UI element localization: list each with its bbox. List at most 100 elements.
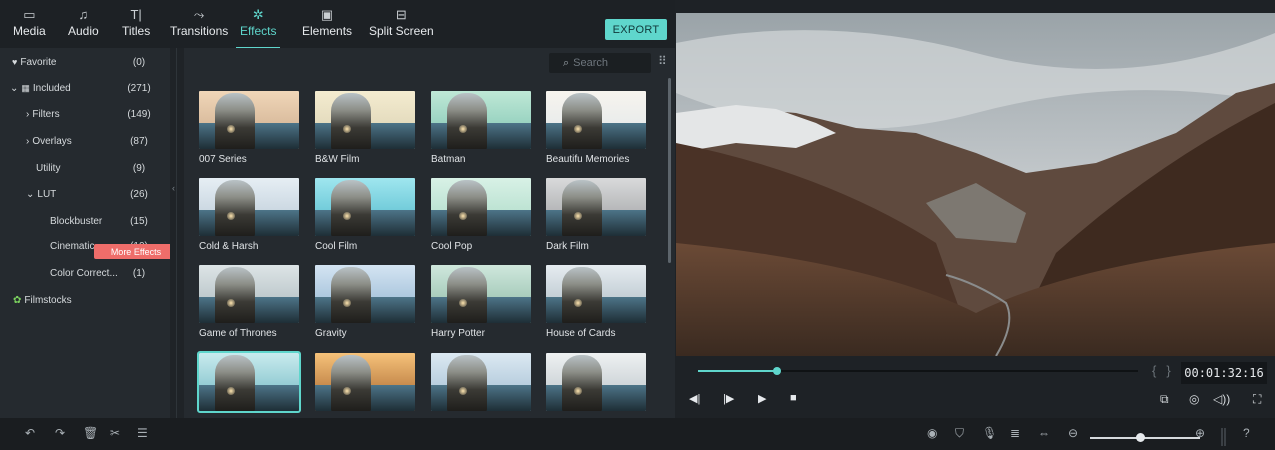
thumbnail-glow — [343, 387, 351, 395]
sidebar-item-filters[interactable]: › Filters (149) — [0, 102, 170, 126]
sidebar-item-color-correction[interactable]: Color Correct... (1) — [0, 261, 170, 285]
preview-panel: {} 00:01:32:16 ◀| |▶ ▶ ■ ⧉ ◎ ◁)) ⛶ — [676, 8, 1275, 418]
effects-scrollbar[interactable] — [668, 78, 671, 263]
thumbnail-glow — [227, 299, 235, 307]
tab-elements[interactable]: ▣ Elements — [302, 6, 352, 48]
microphone-icon[interactable]: 🎙 — [982, 426, 997, 440]
effect-thumbnail[interactable] — [546, 91, 646, 149]
thumbnail-glow — [459, 212, 467, 220]
snapshot-camera-icon[interactable]: ◎ — [1189, 392, 1199, 406]
export-button[interactable]: EXPORT — [605, 19, 667, 40]
effect-thumbnail[interactable] — [315, 353, 415, 411]
stop-icon[interactable]: ■ — [790, 392, 797, 404]
fullscreen-icon[interactable]: ⛶ — [1253, 392, 1261, 407]
tab-label: Elements — [302, 24, 353, 38]
sidebar-item-utility[interactable]: Utility (9) — [0, 156, 170, 180]
zoom-slider-handle[interactable] — [1136, 433, 1145, 442]
effect-thumbnail[interactable] — [546, 178, 646, 236]
voiceover-list-icon[interactable]: ≣ — [1010, 426, 1020, 440]
sidebar-item-label: Blockbuster — [50, 215, 103, 227]
library-tabs: ▭ Media ♫ Audio T| Titles ⤳ Transitions … — [0, 0, 675, 49]
grid-icon: ▦ — [21, 82, 30, 93]
tab-media[interactable]: ▭ Media — [13, 6, 46, 48]
effect-thumbnail[interactable] — [199, 178, 299, 236]
effect-name: Cool Pop — [431, 241, 473, 252]
undo-icon[interactable]: ↶ — [25, 426, 35, 440]
thumbnail-figure — [215, 355, 255, 411]
thumbnail-glow — [459, 125, 467, 133]
sidebar-item-label: Color Correct... — [50, 267, 118, 279]
thumbnail-glow — [459, 299, 467, 307]
effect-thumbnail[interactable] — [431, 178, 531, 236]
grid-view-icon[interactable]: ⠿ — [658, 54, 667, 68]
tab-audio[interactable]: ♫ Audio — [68, 6, 99, 48]
effect-thumbnail[interactable] — [431, 265, 531, 323]
split-screen-icon: ⊟ — [395, 7, 407, 22]
thumbnail-glow — [343, 299, 351, 307]
previous-frame-icon[interactable]: ◀| — [689, 392, 700, 405]
music-note-icon: ♫ — [78, 7, 89, 22]
effect-thumbnail[interactable] — [315, 265, 415, 323]
effect-name: Game of Thrones — [199, 328, 277, 339]
effect-name: Cool Film — [315, 241, 358, 252]
effect-thumbnail[interactable] — [546, 265, 646, 323]
tab-label: Media — [13, 24, 46, 38]
thumbnail-glow — [574, 212, 582, 220]
effect-thumbnail[interactable] — [315, 178, 415, 236]
thumbnail-glow — [343, 125, 351, 133]
tab-titles[interactable]: T| Titles — [122, 6, 150, 48]
sidebar-item-lut[interactable]: ⌄ LUT (26) — [0, 182, 170, 206]
thumbnail-glow — [227, 125, 235, 133]
sidebar-item-included[interactable]: ⌄ ▦ Included (271) — [0, 76, 170, 100]
effect-thumbnail[interactable] — [197, 351, 301, 413]
tab-transitions[interactable]: ⤳ Transitions — [170, 6, 228, 48]
marker-icon[interactable]: ⛉ — [955, 426, 964, 441]
next-frame-icon[interactable]: |▶ — [723, 392, 734, 405]
effect-thumbnail[interactable] — [199, 91, 299, 149]
sidebar-item-label: Included — [32, 82, 71, 94]
search-icon: ⌕ — [563, 56, 570, 69]
adjust-icon[interactable]: ☰ — [137, 426, 148, 440]
volume-icon[interactable]: ◁)) — [1213, 392, 1230, 406]
cut-icon[interactable]: ✂ — [110, 426, 120, 440]
transition-icon: ⤳ — [193, 7, 205, 22]
image-icon: ▣ — [320, 7, 334, 22]
zoom-out-icon[interactable]: ⊖ — [1068, 426, 1078, 440]
help-icon[interactable]: ? — [1243, 426, 1250, 440]
redo-icon[interactable]: ↷ — [55, 426, 65, 440]
track-height-icon[interactable] — [1221, 428, 1227, 446]
sidebar-item-overlays[interactable]: › Overlays (87) — [0, 129, 170, 153]
search-input[interactable]: ⌕ Search — [549, 53, 651, 73]
thumbnail-glow — [227, 387, 235, 395]
title-text-icon: T| — [130, 7, 142, 22]
effect-thumbnail[interactable] — [546, 353, 646, 411]
zoom-slider[interactable] — [1090, 437, 1200, 439]
fit-timeline-icon[interactable]: ⇔ — [1038, 426, 1050, 440]
panel-divider[interactable] — [170, 48, 184, 418]
effects-grid: ⌕ Search ⠿ 007 Series B&W Film Batman Beaut… — [184, 48, 675, 418]
sidebar-item-label: LUT — [37, 188, 57, 200]
play-icon[interactable]: ▶ — [758, 392, 766, 405]
tab-effects[interactable]: ✲ Effects — [235, 6, 281, 49]
sidebar-item-count: (15) — [130, 215, 148, 227]
effect-thumbnail[interactable] — [315, 91, 415, 149]
effect-thumbnail[interactable] — [431, 91, 531, 149]
effect-thumbnail[interactable] — [431, 353, 531, 411]
mark-in-out-icon[interactable]: {} — [1152, 363, 1181, 378]
render-icon[interactable]: ◉ — [927, 426, 937, 440]
thumbnail-figure — [215, 180, 255, 236]
collapse-sidebar-icon[interactable]: ‹ — [172, 183, 175, 193]
sidebar-item-blockbuster[interactable]: Blockbuster (15) — [0, 209, 170, 233]
thumbnail-figure — [447, 267, 487, 323]
render-preview-icon[interactable]: ⧉ — [1160, 392, 1169, 407]
effect-thumbnail[interactable] — [199, 265, 299, 323]
playhead-handle[interactable] — [773, 367, 781, 375]
more-effects-badge[interactable]: More Effects — [94, 244, 178, 259]
delete-icon[interactable]: 🗑 — [83, 426, 98, 440]
sidebar-item-filmstocks[interactable]: ✿ Filmstocks — [0, 288, 170, 312]
library-panel: ▭ Media ♫ Audio T| Titles ⤳ Transitions … — [0, 0, 675, 418]
tab-split-screen[interactable]: ⊟ Split Screen — [369, 6, 434, 48]
sidebar-item-favorite[interactable]: ♥ Favorite (0) — [0, 50, 170, 74]
chevron-right-icon: › — [26, 135, 30, 147]
effect-name: Gravity — [315, 328, 347, 339]
